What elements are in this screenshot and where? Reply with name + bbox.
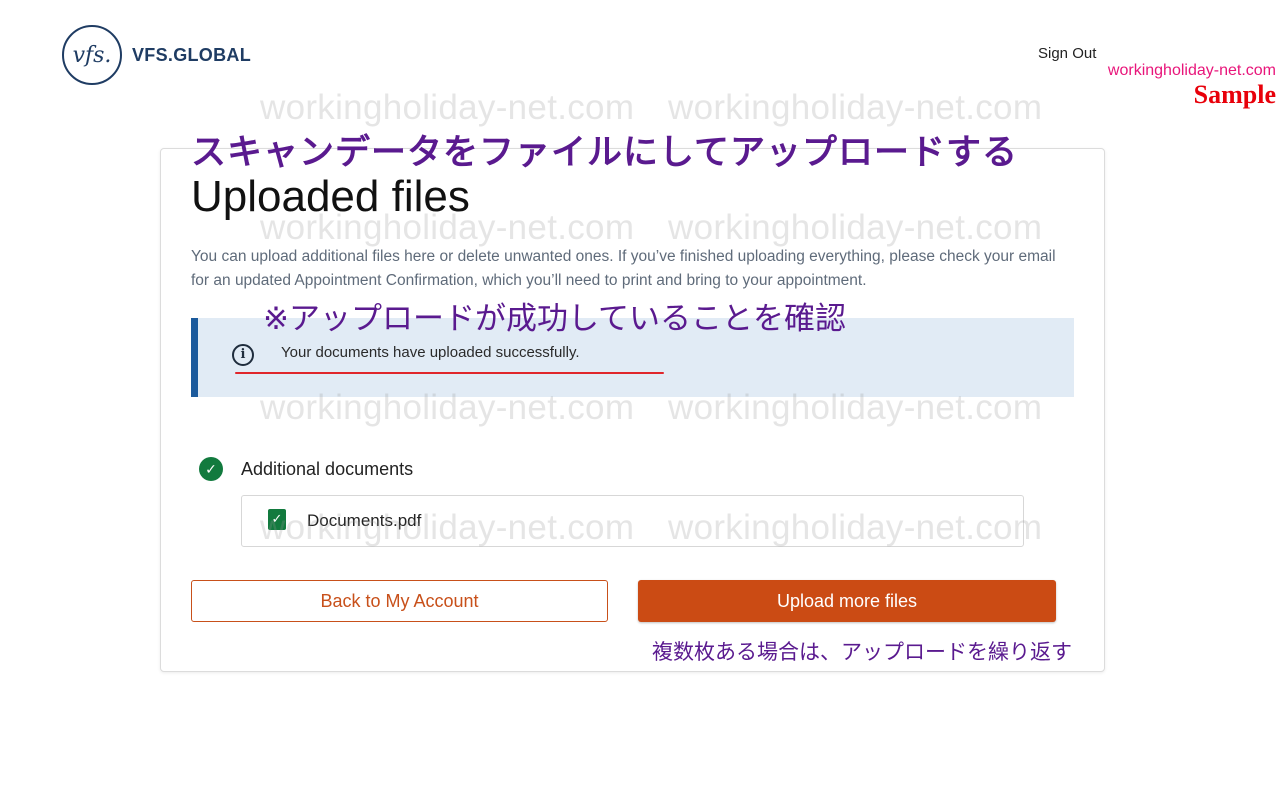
- checkbox-checked-icon[interactable]: ✓: [268, 509, 286, 530]
- check-circle-icon: ✓: [199, 457, 223, 481]
- annotation-note: ※アップロードが成功していることを確認: [263, 301, 847, 336]
- logo-text: VFS.GLOBAL: [132, 44, 251, 65]
- annotation-title: スキャンデータをファイルにしてアップロードする: [191, 133, 1018, 172]
- watermark: workingholiday-net.com: [260, 88, 635, 127]
- page-title: Uploaded files: [191, 172, 470, 221]
- sample-label: Sample: [1193, 80, 1276, 109]
- annotation-underline: [235, 372, 664, 374]
- file-item[interactable]: ✓ Documents.pdf: [241, 495, 1024, 547]
- upload-more-files-button[interactable]: Upload more files: [638, 580, 1056, 622]
- logo-mark: vfs.: [62, 25, 122, 85]
- additional-documents-section: ✓ Additional documents: [199, 457, 413, 481]
- site-watermark-label: workingholiday-net.com: [1107, 62, 1276, 79]
- info-icon: i: [232, 344, 254, 366]
- section-label: Additional documents: [241, 458, 414, 479]
- sign-out-link[interactable]: Sign Out: [1038, 45, 1096, 62]
- vfs-logo[interactable]: vfs. VFS.GLOBAL: [62, 25, 251, 85]
- alert-text: Your documents have uploaded successfull…: [281, 344, 580, 361]
- watermark: workingholiday-net.com: [668, 88, 1043, 127]
- back-to-account-button[interactable]: Back to My Account: [191, 580, 608, 622]
- file-name: Documents.pdf: [307, 511, 422, 530]
- page-description: You can upload additional files here or …: [191, 248, 1056, 289]
- annotation-hint: 複数枚ある場合は、アップロードを繰り返す: [652, 641, 1072, 664]
